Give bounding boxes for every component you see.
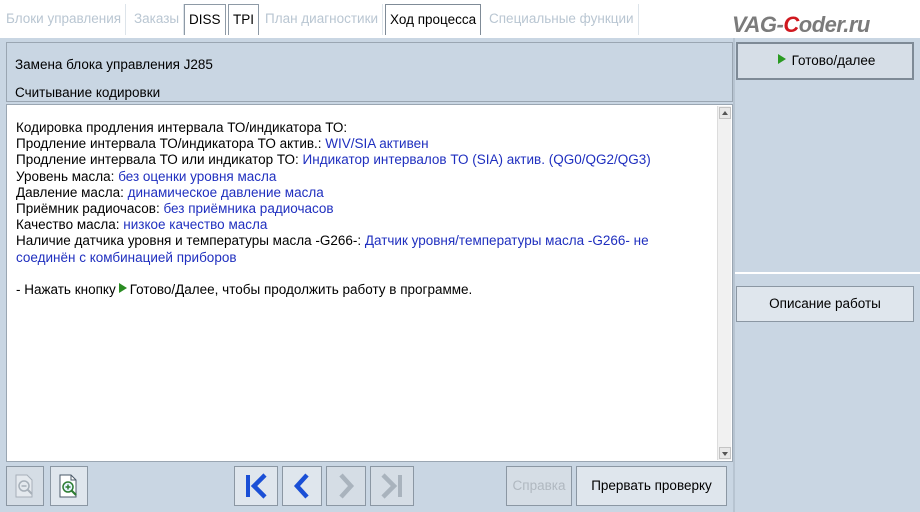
- scroll-down-icon[interactable]: [719, 447, 731, 459]
- list-item: Качество масла: низкое качество масла: [16, 217, 268, 233]
- list-item: Продление интервала ТО/индикатора ТО акт…: [16, 136, 429, 152]
- content-area: Кодировка продления интервала ТО/индикат…: [6, 104, 733, 462]
- zoom-out-button[interactable]: [6, 466, 44, 506]
- list-item-continuation: соединён с комбинацией приборов: [16, 249, 237, 265]
- play-icon: [118, 282, 127, 293]
- skip-first-icon: [246, 473, 267, 499]
- skip-last-icon: [381, 473, 402, 499]
- content-heading: Кодировка продления интервала ТО/индикат…: [16, 120, 348, 135]
- tab-special-functions[interactable]: Специальные функции: [485, 4, 639, 35]
- instruction-text: - Нажать кнопку Готово/Далее, чтобы продо…: [16, 281, 473, 297]
- watermark-logo: VAG-Coder.ru: [732, 12, 870, 37]
- tab-orders[interactable]: Заказы: [130, 4, 185, 35]
- tab-bar: Блоки управления Заказы DISS TPI План ди…: [0, 0, 920, 38]
- vertical-scrollbar[interactable]: [717, 106, 731, 460]
- play-icon: [777, 54, 786, 64]
- list-item: Приёмник радиочасов: без приёмника радио…: [16, 201, 334, 217]
- abort-test-button[interactable]: Прервать проверку: [576, 466, 727, 506]
- tab-diss[interactable]: DISS: [184, 4, 226, 35]
- content-text: Кодировка продления интервала ТО/индикат…: [16, 120, 716, 298]
- page-subtitle: Считывание кодировки: [15, 85, 161, 100]
- list-item: Уровень масла: без оценки уровня масла: [16, 168, 277, 184]
- last-page-button[interactable]: [370, 466, 414, 506]
- page-title: Замена блока управления J285: [15, 57, 213, 72]
- tab-control-units[interactable]: Блоки управления: [2, 4, 127, 35]
- zoom-out-icon: [15, 474, 33, 498]
- right-panel-divider: [735, 272, 920, 274]
- ready-next-button[interactable]: Готово/далее: [736, 42, 914, 80]
- bottom-toolbar: Справка Прервать проверку: [6, 464, 733, 512]
- first-page-button[interactable]: [234, 466, 278, 506]
- list-item: Давление масла: динамическое давление ма…: [16, 184, 324, 200]
- previous-button[interactable]: [282, 466, 322, 506]
- next-button[interactable]: [326, 466, 366, 506]
- tab-tpi[interactable]: TPI: [228, 4, 260, 35]
- list-item: Продление интервала ТО или индикатор ТО:…: [16, 152, 651, 168]
- work-description-button[interactable]: Описание работы: [736, 286, 914, 322]
- scroll-up-icon[interactable]: [719, 107, 731, 119]
- zoom-in-button[interactable]: [50, 466, 88, 506]
- zoom-in-icon: [59, 474, 77, 498]
- tab-process[interactable]: Ход процесса: [385, 4, 482, 35]
- help-button[interactable]: Справка: [506, 466, 572, 506]
- tab-diagnostic-plan[interactable]: План диагностики: [261, 4, 384, 35]
- header-panel: Замена блока управления J285 Считывание …: [6, 42, 733, 102]
- main-frame: Замена блока управления J285 Считывание …: [0, 38, 920, 512]
- chevron-right-icon: [339, 473, 355, 499]
- right-panel-separator: [733, 38, 735, 512]
- list-item: Наличие датчика уровня и температуры мас…: [16, 233, 649, 249]
- chevron-left-icon: [293, 473, 309, 499]
